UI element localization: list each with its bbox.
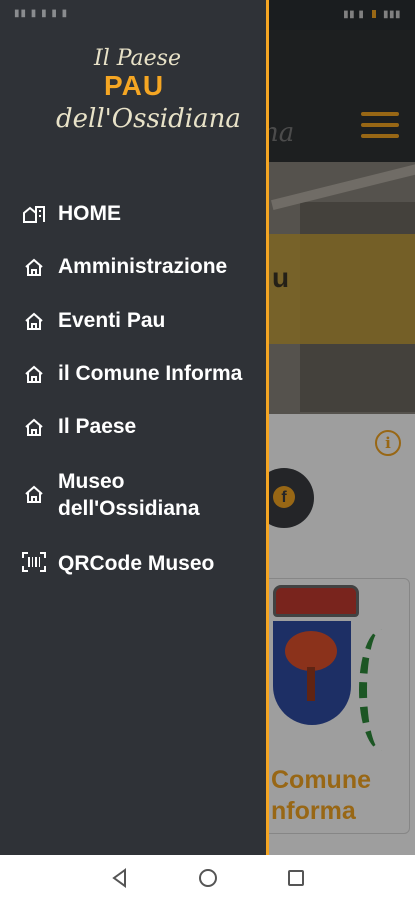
logo-line3: dell'Ossidiana: [56, 104, 241, 134]
menu-item-label: Museo dell'Ossidiana: [58, 470, 200, 520]
qrcode-scan-icon: [22, 552, 46, 572]
menu-item-il-paese[interactable]: Il Paese: [0, 407, 266, 451]
drawer-scrim[interactable]: [268, 0, 415, 855]
home-icon: [25, 485, 43, 503]
menu-item-museo[interactable]: Museo dell'Ossidiana: [0, 462, 266, 522]
back-icon[interactable]: [110, 867, 130, 889]
home-icon: [25, 312, 43, 330]
menu-item-home[interactable]: HOME: [0, 194, 266, 238]
menu-item-amministrazione[interactable]: Amministrazione: [0, 247, 266, 291]
home-circle-icon[interactable]: [197, 867, 219, 889]
menu-item-label: Il Paese: [58, 415, 137, 438]
logo-line2: PAU: [104, 70, 165, 101]
menu-item-qrcode-museo[interactable]: QRCode Museo: [0, 544, 266, 588]
menu-item-comune-informa[interactable]: il Comune Informa: [0, 354, 266, 398]
home-icon: [25, 365, 43, 383]
home-icon: [25, 418, 43, 436]
menu-item-label: Eventi Pau: [58, 309, 166, 332]
menu-item-label: QRCode Museo: [58, 552, 215, 575]
recents-icon[interactable]: [286, 867, 306, 889]
system-nav-bar: [0, 855, 415, 900]
menu-item-eventi-pau[interactable]: Eventi Pau: [0, 301, 266, 345]
home-icon: [25, 258, 43, 276]
navigation-drawer: ▮▮ ▮ ▮ ▮ ▮ Il Paese PAU dell'Ossidiana H…: [0, 0, 269, 855]
menu-item-label: HOME: [58, 202, 121, 225]
app-logo: Il Paese PAU dell'Ossidiana: [0, 40, 266, 150]
home-city-icon: [23, 206, 45, 223]
drawer-status-icons: ▮▮ ▮ ▮ ▮ ▮: [14, 8, 69, 19]
menu-item-label: il Comune Informa: [58, 362, 243, 385]
menu-item-label: Amministrazione: [58, 255, 228, 278]
logo-line1: Il Paese: [94, 46, 181, 71]
